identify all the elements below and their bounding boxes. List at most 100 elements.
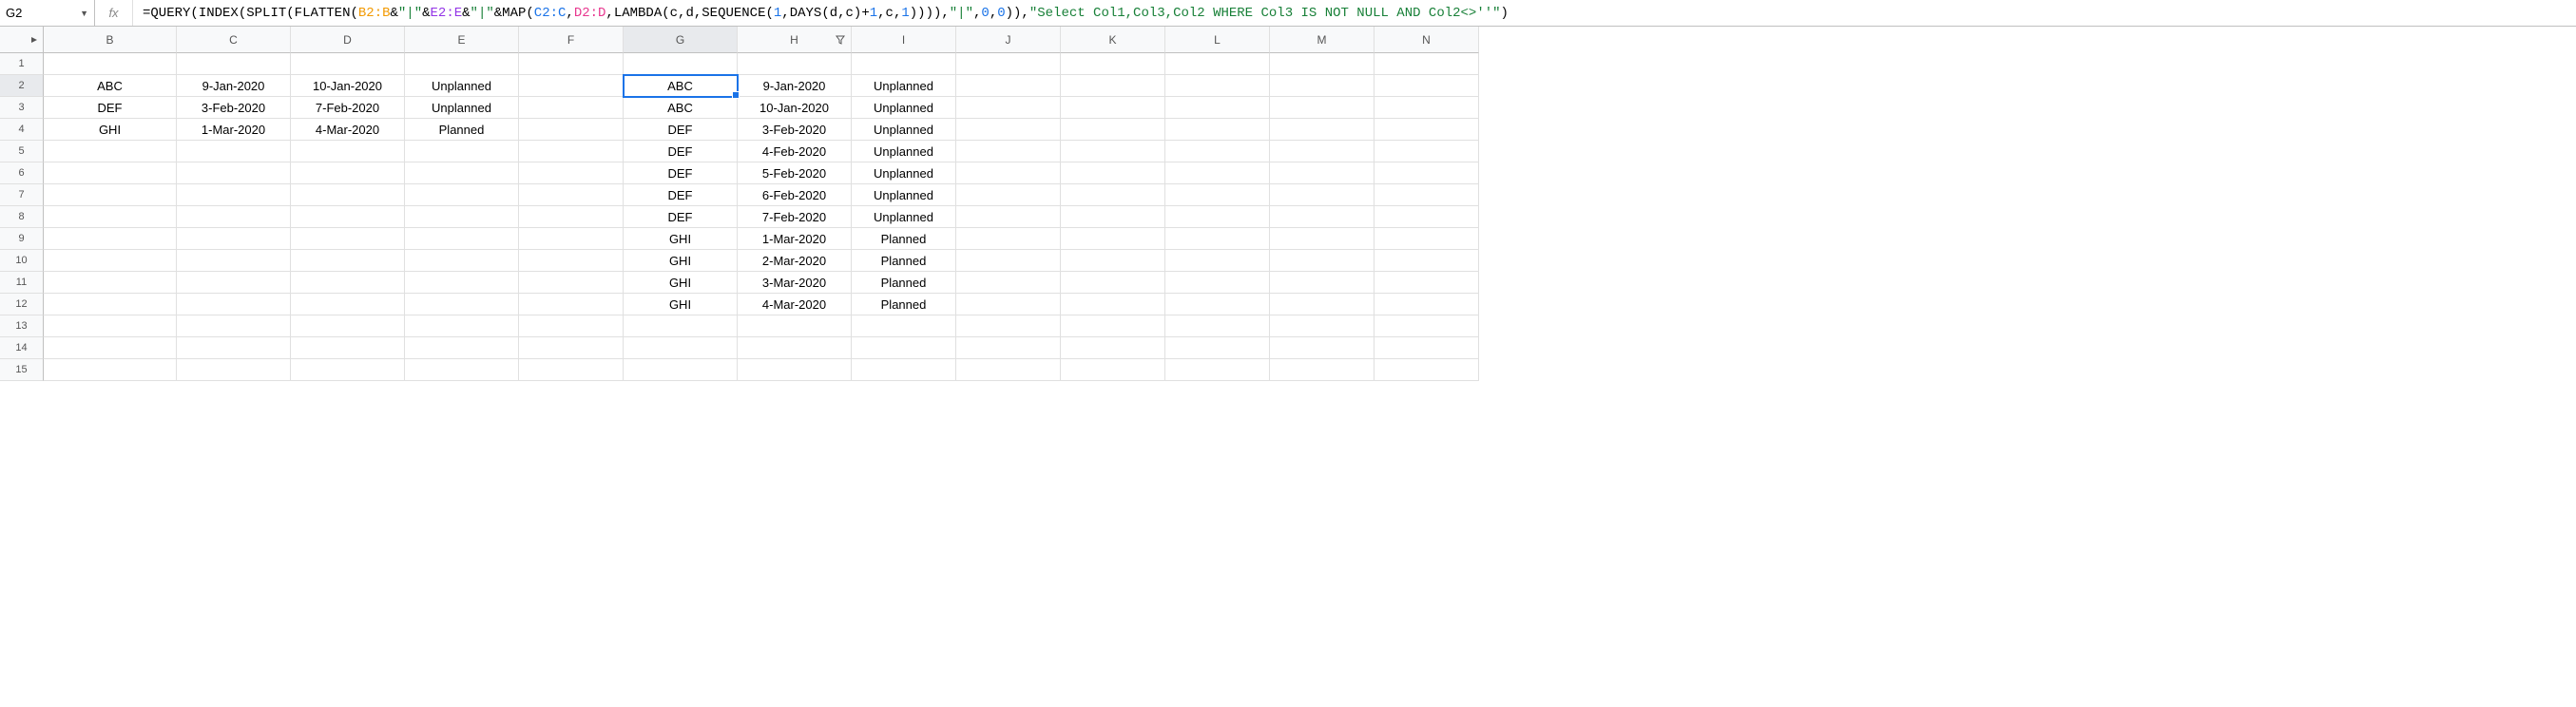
cell-B15[interactable]: [44, 359, 177, 381]
cell-N2[interactable]: [1375, 75, 1479, 97]
row-header-8[interactable]: 8: [0, 206, 44, 228]
cell-H8[interactable]: 7-Feb-2020: [738, 206, 852, 228]
cell-J2[interactable]: [956, 75, 1061, 97]
row-header-7[interactable]: 7: [0, 184, 44, 206]
cell-B11[interactable]: [44, 272, 177, 294]
cell-H14[interactable]: [738, 337, 852, 359]
cell-D9[interactable]: [291, 228, 405, 250]
cell-G2[interactable]: ABC: [624, 75, 738, 97]
cell-K13[interactable]: [1061, 315, 1165, 337]
row-header-12[interactable]: 12: [0, 294, 44, 315]
cell-M3[interactable]: [1270, 97, 1375, 119]
cell-I1[interactable]: [852, 53, 956, 75]
cell-N6[interactable]: [1375, 162, 1479, 184]
cell-K4[interactable]: [1061, 119, 1165, 141]
row-header-1[interactable]: 1: [0, 53, 44, 75]
cell-M5[interactable]: [1270, 141, 1375, 162]
cell-C11[interactable]: [177, 272, 291, 294]
cell-B9[interactable]: [44, 228, 177, 250]
cell-G13[interactable]: [624, 315, 738, 337]
cell-K5[interactable]: [1061, 141, 1165, 162]
cell-J11[interactable]: [956, 272, 1061, 294]
cell-M8[interactable]: [1270, 206, 1375, 228]
cell-E13[interactable]: [405, 315, 519, 337]
cell-F7[interactable]: [519, 184, 624, 206]
cell-F6[interactable]: [519, 162, 624, 184]
cell-F15[interactable]: [519, 359, 624, 381]
cell-I8[interactable]: Unplanned: [852, 206, 956, 228]
cell-B7[interactable]: [44, 184, 177, 206]
cell-G10[interactable]: GHI: [624, 250, 738, 272]
cell-E3[interactable]: Unplanned: [405, 97, 519, 119]
cell-N13[interactable]: [1375, 315, 1479, 337]
cell-L5[interactable]: [1165, 141, 1270, 162]
cell-C8[interactable]: [177, 206, 291, 228]
cell-E14[interactable]: [405, 337, 519, 359]
cell-B14[interactable]: [44, 337, 177, 359]
cell-C12[interactable]: [177, 294, 291, 315]
cell-G8[interactable]: DEF: [624, 206, 738, 228]
cell-K6[interactable]: [1061, 162, 1165, 184]
cell-H3[interactable]: 10-Jan-2020: [738, 97, 852, 119]
cell-D5[interactable]: [291, 141, 405, 162]
cell-I11[interactable]: Planned: [852, 272, 956, 294]
cell-D2[interactable]: 10-Jan-2020: [291, 75, 405, 97]
row-header-9[interactable]: 9: [0, 228, 44, 250]
cell-K3[interactable]: [1061, 97, 1165, 119]
cell-L3[interactable]: [1165, 97, 1270, 119]
cell-I7[interactable]: Unplanned: [852, 184, 956, 206]
column-header-J[interactable]: J: [956, 27, 1061, 53]
cell-L15[interactable]: [1165, 359, 1270, 381]
cell-D7[interactable]: [291, 184, 405, 206]
column-header-M[interactable]: M: [1270, 27, 1375, 53]
cell-I4[interactable]: Unplanned: [852, 119, 956, 141]
cell-M6[interactable]: [1270, 162, 1375, 184]
cell-C13[interactable]: [177, 315, 291, 337]
cell-H6[interactable]: 5-Feb-2020: [738, 162, 852, 184]
cell-K1[interactable]: [1061, 53, 1165, 75]
cell-D14[interactable]: [291, 337, 405, 359]
cell-M9[interactable]: [1270, 228, 1375, 250]
cell-N12[interactable]: [1375, 294, 1479, 315]
cell-I12[interactable]: Planned: [852, 294, 956, 315]
cell-J1[interactable]: [956, 53, 1061, 75]
cell-F2[interactable]: [519, 75, 624, 97]
column-header-C[interactable]: C: [177, 27, 291, 53]
cell-H5[interactable]: 4-Feb-2020: [738, 141, 852, 162]
cell-D15[interactable]: [291, 359, 405, 381]
cell-N11[interactable]: [1375, 272, 1479, 294]
cell-E11[interactable]: [405, 272, 519, 294]
cell-I10[interactable]: Planned: [852, 250, 956, 272]
cell-N3[interactable]: [1375, 97, 1479, 119]
cell-D4[interactable]: 4-Mar-2020: [291, 119, 405, 141]
cell-D8[interactable]: [291, 206, 405, 228]
cell-J8[interactable]: [956, 206, 1061, 228]
cell-N8[interactable]: [1375, 206, 1479, 228]
cell-B8[interactable]: [44, 206, 177, 228]
cell-G9[interactable]: GHI: [624, 228, 738, 250]
cell-E1[interactable]: [405, 53, 519, 75]
cell-H9[interactable]: 1-Mar-2020: [738, 228, 852, 250]
cell-B12[interactable]: [44, 294, 177, 315]
cell-G6[interactable]: DEF: [624, 162, 738, 184]
cell-K14[interactable]: [1061, 337, 1165, 359]
column-header-G[interactable]: G: [624, 27, 738, 53]
cell-F9[interactable]: [519, 228, 624, 250]
cell-L2[interactable]: [1165, 75, 1270, 97]
cell-J3[interactable]: [956, 97, 1061, 119]
cell-E12[interactable]: [405, 294, 519, 315]
cell-C15[interactable]: [177, 359, 291, 381]
cell-G3[interactable]: ABC: [624, 97, 738, 119]
cell-I15[interactable]: [852, 359, 956, 381]
cell-H12[interactable]: 4-Mar-2020: [738, 294, 852, 315]
cell-E8[interactable]: [405, 206, 519, 228]
cell-L1[interactable]: [1165, 53, 1270, 75]
column-header-L[interactable]: L: [1165, 27, 1270, 53]
cell-E7[interactable]: [405, 184, 519, 206]
cell-M15[interactable]: [1270, 359, 1375, 381]
cell-C4[interactable]: 1-Mar-2020: [177, 119, 291, 141]
column-header-E[interactable]: E: [405, 27, 519, 53]
cell-I6[interactable]: Unplanned: [852, 162, 956, 184]
cell-J10[interactable]: [956, 250, 1061, 272]
cell-F4[interactable]: [519, 119, 624, 141]
